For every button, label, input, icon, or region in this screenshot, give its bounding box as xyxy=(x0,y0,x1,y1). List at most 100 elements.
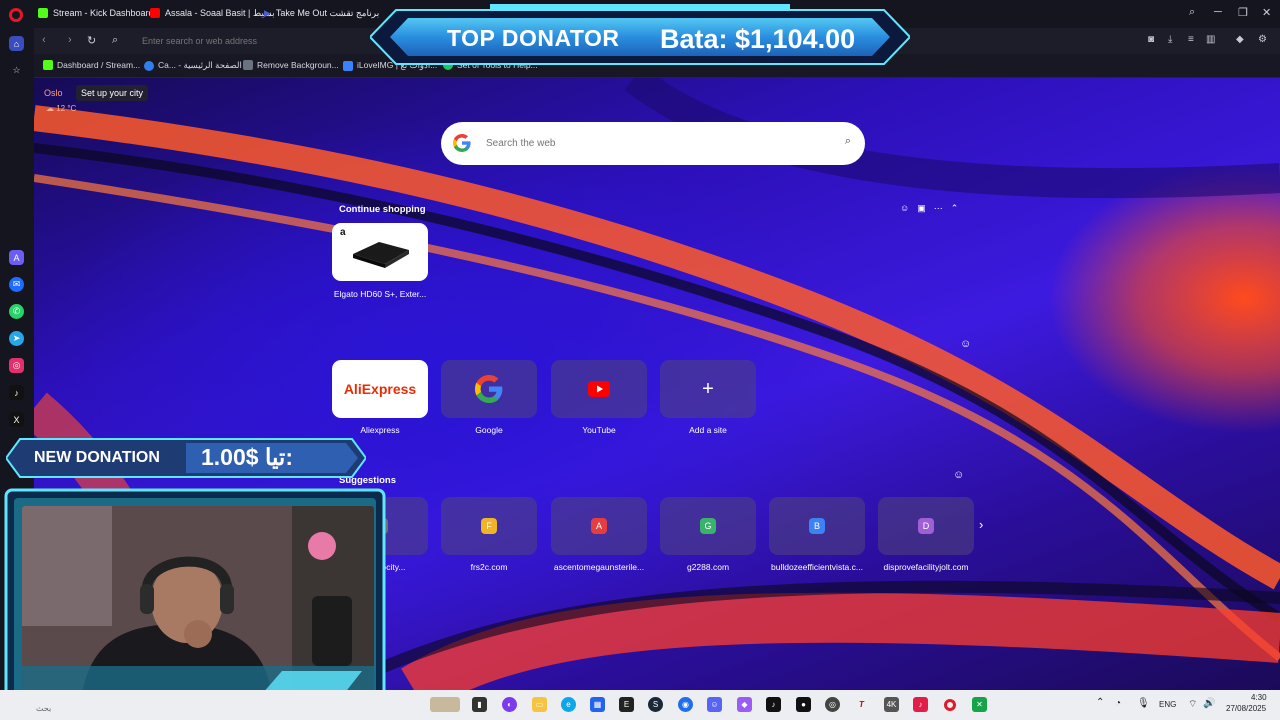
more-icon[interactable]: ⋯ xyxy=(934,203,943,214)
tiktok-icon[interactable]: ♪ xyxy=(766,697,781,712)
x-icon[interactable]: X xyxy=(9,412,24,427)
suggestion-tile[interactable]: D xyxy=(878,497,974,555)
epic-games-icon[interactable]: E xyxy=(619,697,634,712)
file-explorer-icon[interactable]: ▭ xyxy=(532,697,547,712)
google-icon xyxy=(453,134,471,152)
wifi-icon[interactable]: ⌔ xyxy=(1188,698,1197,711)
forward-button[interactable]: › xyxy=(68,34,72,46)
kick-icon xyxy=(38,8,48,18)
sidebar-toggle-icon[interactable]: ▥ xyxy=(1206,34,1215,45)
video-app-icon[interactable]: ♪ xyxy=(913,697,928,712)
whatsapp-icon[interactable]: ✆ xyxy=(9,304,24,319)
volume-icon[interactable]: 🔊 xyxy=(1203,698,1215,709)
suggestion-caption: ascentomegaunsterile... xyxy=(553,562,645,572)
instagram-icon[interactable]: ◎ xyxy=(9,358,24,373)
settings-icon[interactable]: ⚙ xyxy=(1258,34,1267,45)
setup-city-tooltip[interactable]: Set up your city xyxy=(76,85,149,101)
xbox-icon[interactable]: ✕ xyxy=(972,697,987,712)
cloud-icon: ☁ xyxy=(46,104,57,113)
language-indicator[interactable]: ENG xyxy=(1159,700,1176,709)
tab-label: Stream - Kick Dashboard xyxy=(53,8,154,18)
suggestion-tile[interactable]: G xyxy=(660,497,756,555)
speed-dial-youtube[interactable] xyxy=(551,360,647,418)
download-icon[interactable]: ⤓ xyxy=(1168,34,1172,45)
store-icon[interactable]: ▦ xyxy=(590,697,605,712)
weather-city[interactable]: Oslo xyxy=(44,88,63,98)
microphone-icon[interactable]: 🎙 xyxy=(1137,698,1150,709)
new-donation-title: NEW DONATION xyxy=(34,449,160,466)
play-icon: ▶ xyxy=(264,7,271,18)
task-view-icon[interactable]: ▮ xyxy=(472,697,487,712)
youtube-logo xyxy=(588,381,610,397)
tab-take-me-out[interactable]: ▶ Take Me Out برنامج تقشت xyxy=(264,4,379,22)
speed-dial-tools: ☺ ▣ ⋯ ⌃ xyxy=(900,203,958,214)
aria-icon[interactable]: A xyxy=(9,250,24,265)
shopping-tile-caption: Elgato HD60 S+, Exter... xyxy=(333,289,427,299)
close-button[interactable]: ✕ xyxy=(1262,6,1271,19)
obs-icon[interactable]: ● xyxy=(796,697,811,712)
suggestion-tile[interactable]: F xyxy=(441,497,537,555)
search-input[interactable] xyxy=(486,134,826,152)
discord-icon[interactable]: ☺ xyxy=(707,697,722,712)
app-icon[interactable]: ◉ xyxy=(678,697,693,712)
tab-kick-dashboard[interactable]: Stream - Kick Dashboard xyxy=(38,4,154,22)
kick-icon xyxy=(43,60,53,70)
restore-button[interactable]: ❐ xyxy=(1238,6,1248,19)
bookmark-dashboard-stream[interactable]: Dashboard / Stream... xyxy=(43,60,140,70)
tiktok-icon[interactable]: ♪ xyxy=(9,385,24,400)
tab-label: Take Me Out برنامج تقشت xyxy=(275,7,380,18)
clock-date[interactable]: 27/08/2025 xyxy=(1226,704,1266,713)
steam-icon[interactable]: S xyxy=(648,697,663,712)
github-icon[interactable]: ◎ xyxy=(825,697,840,712)
opera-logo-icon[interactable] xyxy=(9,8,23,22)
chevron-up-icon[interactable]: ⌃ xyxy=(1096,697,1104,708)
edge-icon[interactable]: e xyxy=(561,697,576,712)
telegram-icon[interactable]: ➤ xyxy=(9,331,24,346)
back-button[interactable]: ‹ xyxy=(42,34,46,46)
search-icon[interactable]: ⌕ xyxy=(845,135,851,148)
network-status-icon[interactable]: ◔ xyxy=(1115,698,1121,709)
suggestion-caption: bulldozeefficientvista.c... xyxy=(771,562,863,572)
temperature-value: 12 °C xyxy=(56,104,77,113)
smiley-icon[interactable]: ☺ xyxy=(900,203,909,214)
bookmark-remove-bg[interactable]: Remove Backgroun... xyxy=(243,60,339,70)
suggestion-letter-icon: F xyxy=(481,518,497,534)
menu-icon[interactable]: ≡ xyxy=(1188,34,1194,45)
speed-dial-aliexpress[interactable]: AliExpress xyxy=(332,360,428,418)
clock-time[interactable]: 4:30 xyxy=(1251,693,1267,702)
top-donator-value: Bata: $1,104.00 xyxy=(660,24,856,54)
speed-dial-add-site[interactable]: + xyxy=(660,360,756,418)
shopping-tile-elgato[interactable]: a xyxy=(332,223,428,281)
chevron-right-icon[interactable]: › xyxy=(979,517,983,532)
bookmark-canva[interactable]: Ca... - الصفحة الرئيسية xyxy=(144,60,242,71)
speed-dial-label: YouTube xyxy=(582,425,616,435)
star-icon[interactable]: ☆ xyxy=(9,63,24,78)
tab-assala[interactable]: Assala - Soaal Basit | بسيط xyxy=(150,4,275,22)
copilot-icon[interactable]: ◐ xyxy=(502,697,517,712)
heart-icon xyxy=(343,60,353,71)
web-search-box[interactable]: ⌕ xyxy=(441,122,865,165)
taskbar-search[interactable]: بحث xyxy=(36,704,51,713)
opera-taskbar-icon[interactable] xyxy=(942,697,957,712)
wallet-icon[interactable]: ◆ xyxy=(1236,34,1244,45)
new-donation-value: 1.00$ تيا: xyxy=(201,444,293,470)
home-icon[interactable]: ⌂ xyxy=(9,36,24,51)
address-input[interactable] xyxy=(142,34,382,48)
landscape-widget-icon[interactable] xyxy=(430,697,460,712)
minimize-button[interactable]: ─ xyxy=(1214,6,1222,18)
typora-icon[interactable]: T xyxy=(854,697,869,712)
search-tabs-icon[interactable]: ⌕ xyxy=(1189,6,1195,19)
messenger-icon[interactable]: ✉ xyxy=(9,277,24,292)
gem-icon[interactable]: ◆ xyxy=(737,697,752,712)
4k-icon[interactable]: 4K xyxy=(884,697,899,712)
suggestion-tile[interactable]: B xyxy=(769,497,865,555)
reload-button[interactable]: ↻ xyxy=(87,34,96,47)
suggestion-tile[interactable]: A xyxy=(551,497,647,555)
speed-dial-google[interactable] xyxy=(441,360,537,418)
canva-icon xyxy=(144,60,154,71)
layout-icon[interactable]: ▣ xyxy=(917,203,926,214)
camera-icon[interactable]: ◙ xyxy=(1148,34,1154,45)
smiley-icon[interactable]: ☺ xyxy=(953,469,964,481)
smiley-icon[interactable]: ☺ xyxy=(960,338,971,350)
collapse-icon[interactable]: ⌃ xyxy=(951,203,959,214)
